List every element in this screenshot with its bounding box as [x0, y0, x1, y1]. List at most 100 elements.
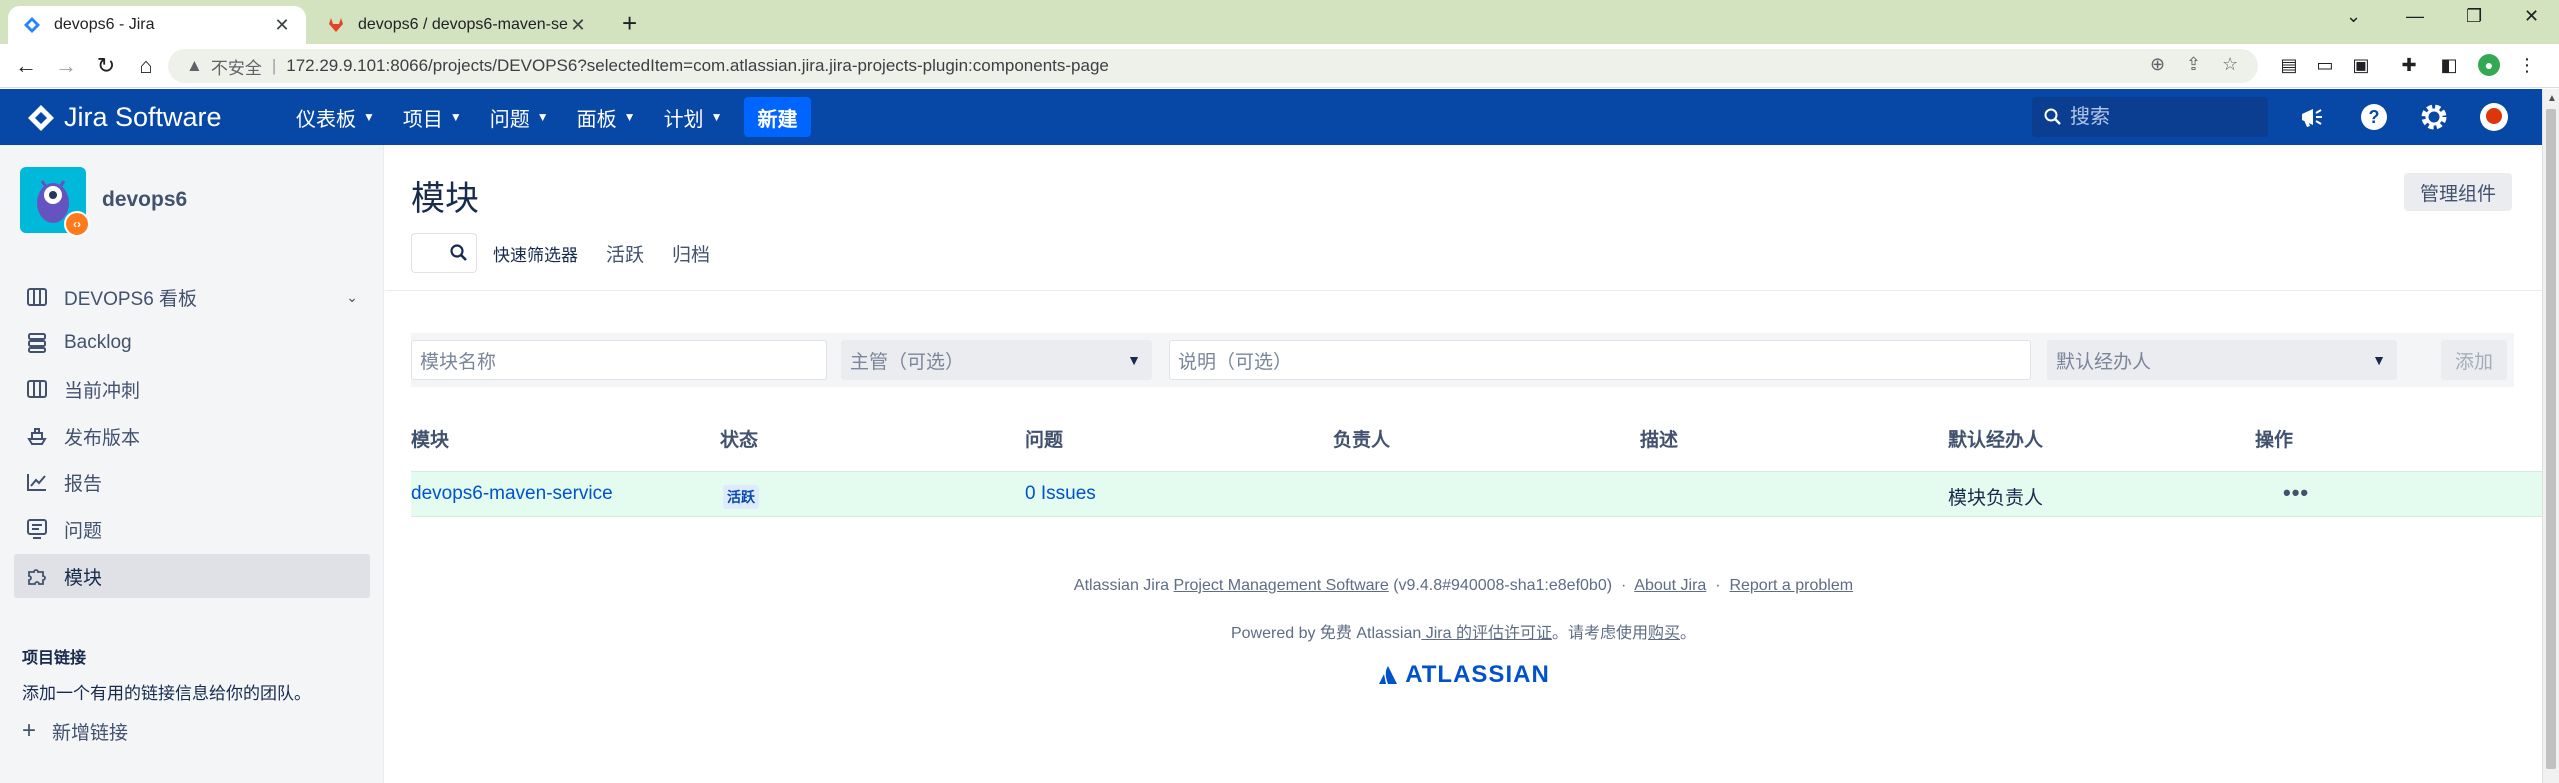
- about-jira-link[interactable]: About Jira: [1634, 577, 1706, 594]
- browser-tab-gitlab[interactable]: devops6 / devops6-maven-ser ✕: [312, 6, 602, 44]
- megaphone-icon[interactable]: [2296, 101, 2328, 133]
- evaluation-license-link[interactable]: Jira 的评估许可证: [1421, 625, 1552, 642]
- close-tab-icon[interactable]: ✕: [568, 15, 588, 36]
- add-link-label: 新增链接: [52, 722, 129, 744]
- restore-icon[interactable]: ❐: [2466, 6, 2482, 27]
- browser-tab-strip: devops6 - Jira ✕ devops6 / devops6-maven…: [0, 0, 2559, 44]
- browser-tab-jira[interactable]: devops6 - Jira ✕: [8, 6, 306, 44]
- create-button[interactable]: 新建: [744, 97, 811, 137]
- sidebar-item-releases[interactable]: 发布版本: [14, 414, 370, 458]
- description-field[interactable]: 说明（可选）: [1169, 340, 2031, 380]
- lead-select-placeholder: 主管（可选）: [850, 351, 965, 373]
- puzzle-icon[interactable]: ✚: [2398, 54, 2420, 76]
- sprint-board-icon: [24, 376, 50, 402]
- chevron-down-icon[interactable]: ⌄: [346, 289, 358, 306]
- quick-filters-button[interactable]: 快速筛选器: [493, 241, 578, 266]
- extension-icon[interactable]: ▣: [2350, 54, 2372, 76]
- search-icon: [450, 244, 467, 261]
- close-window-icon[interactable]: ✕: [2524, 6, 2539, 27]
- jira-logo[interactable]: Jira Software: [26, 102, 222, 133]
- extension-icon[interactable]: ▭: [2314, 54, 2336, 76]
- project-header[interactable]: ‹› devops6: [20, 167, 188, 237]
- column-header[interactable]: 默认经办人: [1948, 425, 2043, 452]
- sidebar-item-board[interactable]: DEVOPS6 看板 ⌄: [14, 275, 370, 319]
- help-icon[interactable]: ?: [2358, 101, 2390, 133]
- top-nav: 仪表板 ▼ 项目 ▼ 问题 ▼ 面板 ▼ 计划 ▼: [296, 89, 750, 145]
- forward-icon[interactable]: →: [52, 52, 80, 80]
- column-header[interactable]: 负责人: [1333, 425, 1390, 452]
- board-icon: [24, 284, 50, 310]
- filter-tab-active[interactable]: 活跃: [606, 240, 644, 267]
- column-header[interactable]: 模块: [411, 425, 449, 452]
- nav-label: 问题: [489, 108, 530, 131]
- sidebar-item-components[interactable]: 模块: [14, 554, 370, 598]
- filter-search-input[interactable]: [411, 233, 477, 273]
- sidebar-item-active-sprint[interactable]: 当前冲刺: [14, 367, 370, 411]
- separator: |: [271, 56, 277, 75]
- main-content: 模块 管理组件 快速筛选器 活跃 归档 模块名称 主管（可选） ▼ 说明（可选）…: [385, 145, 2542, 783]
- nav-boards[interactable]: 面板 ▼: [577, 103, 636, 132]
- issues-count-link[interactable]: 0 Issues: [1025, 483, 1096, 505]
- column-header[interactable]: 描述: [1640, 425, 1678, 452]
- back-icon[interactable]: ←: [12, 52, 40, 80]
- search-input[interactable]: [2070, 105, 2250, 129]
- share-icon[interactable]: ⇪: [2186, 54, 2201, 75]
- code-badge-icon: ‹›: [64, 211, 90, 237]
- manage-components-button[interactable]: 管理组件: [2404, 173, 2512, 211]
- tab-search-icon[interactable]: ⌄: [2346, 6, 2361, 27]
- nav-plans[interactable]: 计划 ▼: [664, 103, 723, 132]
- extension-icon[interactable]: ▤: [2278, 54, 2300, 76]
- project-name: devops6: [102, 188, 188, 211]
- backlog-icon: [24, 330, 50, 356]
- chevron-down-icon: ▼: [363, 110, 375, 124]
- filter-tab-archived[interactable]: 归档: [672, 240, 710, 267]
- component-name-link[interactable]: devops6-maven-service: [411, 483, 613, 505]
- column-header[interactable]: 状态: [720, 425, 758, 452]
- chevron-down-icon: ▼: [710, 110, 723, 124]
- nav-projects[interactable]: 项目 ▼: [403, 103, 462, 132]
- atlassian-logo[interactable]: ATLASSIAN: [385, 661, 2542, 689]
- sidebar-item-backlog[interactable]: Backlog: [14, 321, 370, 365]
- pm-software-link[interactable]: Project Management Software: [1174, 577, 1389, 594]
- close-tab-icon[interactable]: ✕: [272, 15, 292, 36]
- column-header[interactable]: 问题: [1025, 425, 1063, 452]
- nav-dashboards[interactable]: 仪表板 ▼: [296, 103, 375, 132]
- page-scrollbar[interactable]: ▲: [2542, 89, 2559, 783]
- component-name-field[interactable]: 模块名称: [411, 340, 827, 380]
- footer-dot: ·: [1710, 577, 1725, 594]
- new-tab-icon[interactable]: +: [622, 8, 637, 39]
- nav-issues[interactable]: 问题 ▼: [490, 103, 549, 132]
- atlassian-logo-icon: [1379, 666, 1398, 684]
- footer-dot: ·: [1616, 577, 1631, 594]
- scroll-up-icon[interactable]: ▲: [2547, 93, 2557, 104]
- minimize-icon[interactable]: —: [2406, 6, 2424, 27]
- purchase-link[interactable]: 购买: [1648, 625, 1680, 642]
- zoom-icon[interactable]: ⊕: [2150, 54, 2165, 75]
- add-button[interactable]: 添加: [2441, 340, 2507, 380]
- more-actions-icon[interactable]: •••: [2283, 480, 2309, 506]
- sidebar-item-issues[interactable]: 问题: [14, 507, 370, 551]
- default-assignee-select[interactable]: 默认经办人 ▼: [2047, 340, 2397, 380]
- reload-icon[interactable]: ↻: [92, 52, 120, 80]
- gear-icon[interactable]: [2418, 101, 2450, 133]
- add-link-button[interactable]: + 新增链接: [22, 717, 128, 745]
- jira-favicon-icon: [22, 15, 42, 35]
- user-avatar-icon[interactable]: [2478, 101, 2510, 133]
- nav-label: 项目: [402, 108, 443, 131]
- puzzle-component-icon: [24, 563, 50, 589]
- profile-avatar-icon[interactable]: ●: [2478, 54, 2500, 76]
- chevron-down-icon: ▼: [536, 110, 549, 124]
- sidebar-item-reports[interactable]: 报告: [14, 460, 370, 504]
- address-bar[interactable]: ▲ 不安全 | 172.29.9.101:8066/projects/DEVOP…: [168, 49, 2258, 83]
- menu-kebab-icon[interactable]: ⋮: [2516, 54, 2538, 76]
- report-problem-link[interactable]: Report a problem: [1729, 577, 1853, 594]
- header-search[interactable]: [2032, 97, 2268, 137]
- bookmark-star-icon[interactable]: ☆: [2222, 54, 2238, 75]
- nav-label: 仪表板: [296, 108, 356, 131]
- lead-select[interactable]: 主管（可选） ▼: [841, 340, 1152, 380]
- home-icon[interactable]: ⌂: [132, 52, 160, 80]
- sidebar-panel-icon[interactable]: ◧: [2438, 54, 2460, 76]
- divider: [385, 290, 2542, 291]
- scrollbar-thumb[interactable]: [2546, 109, 2556, 769]
- column-header[interactable]: 操作: [2255, 425, 2293, 452]
